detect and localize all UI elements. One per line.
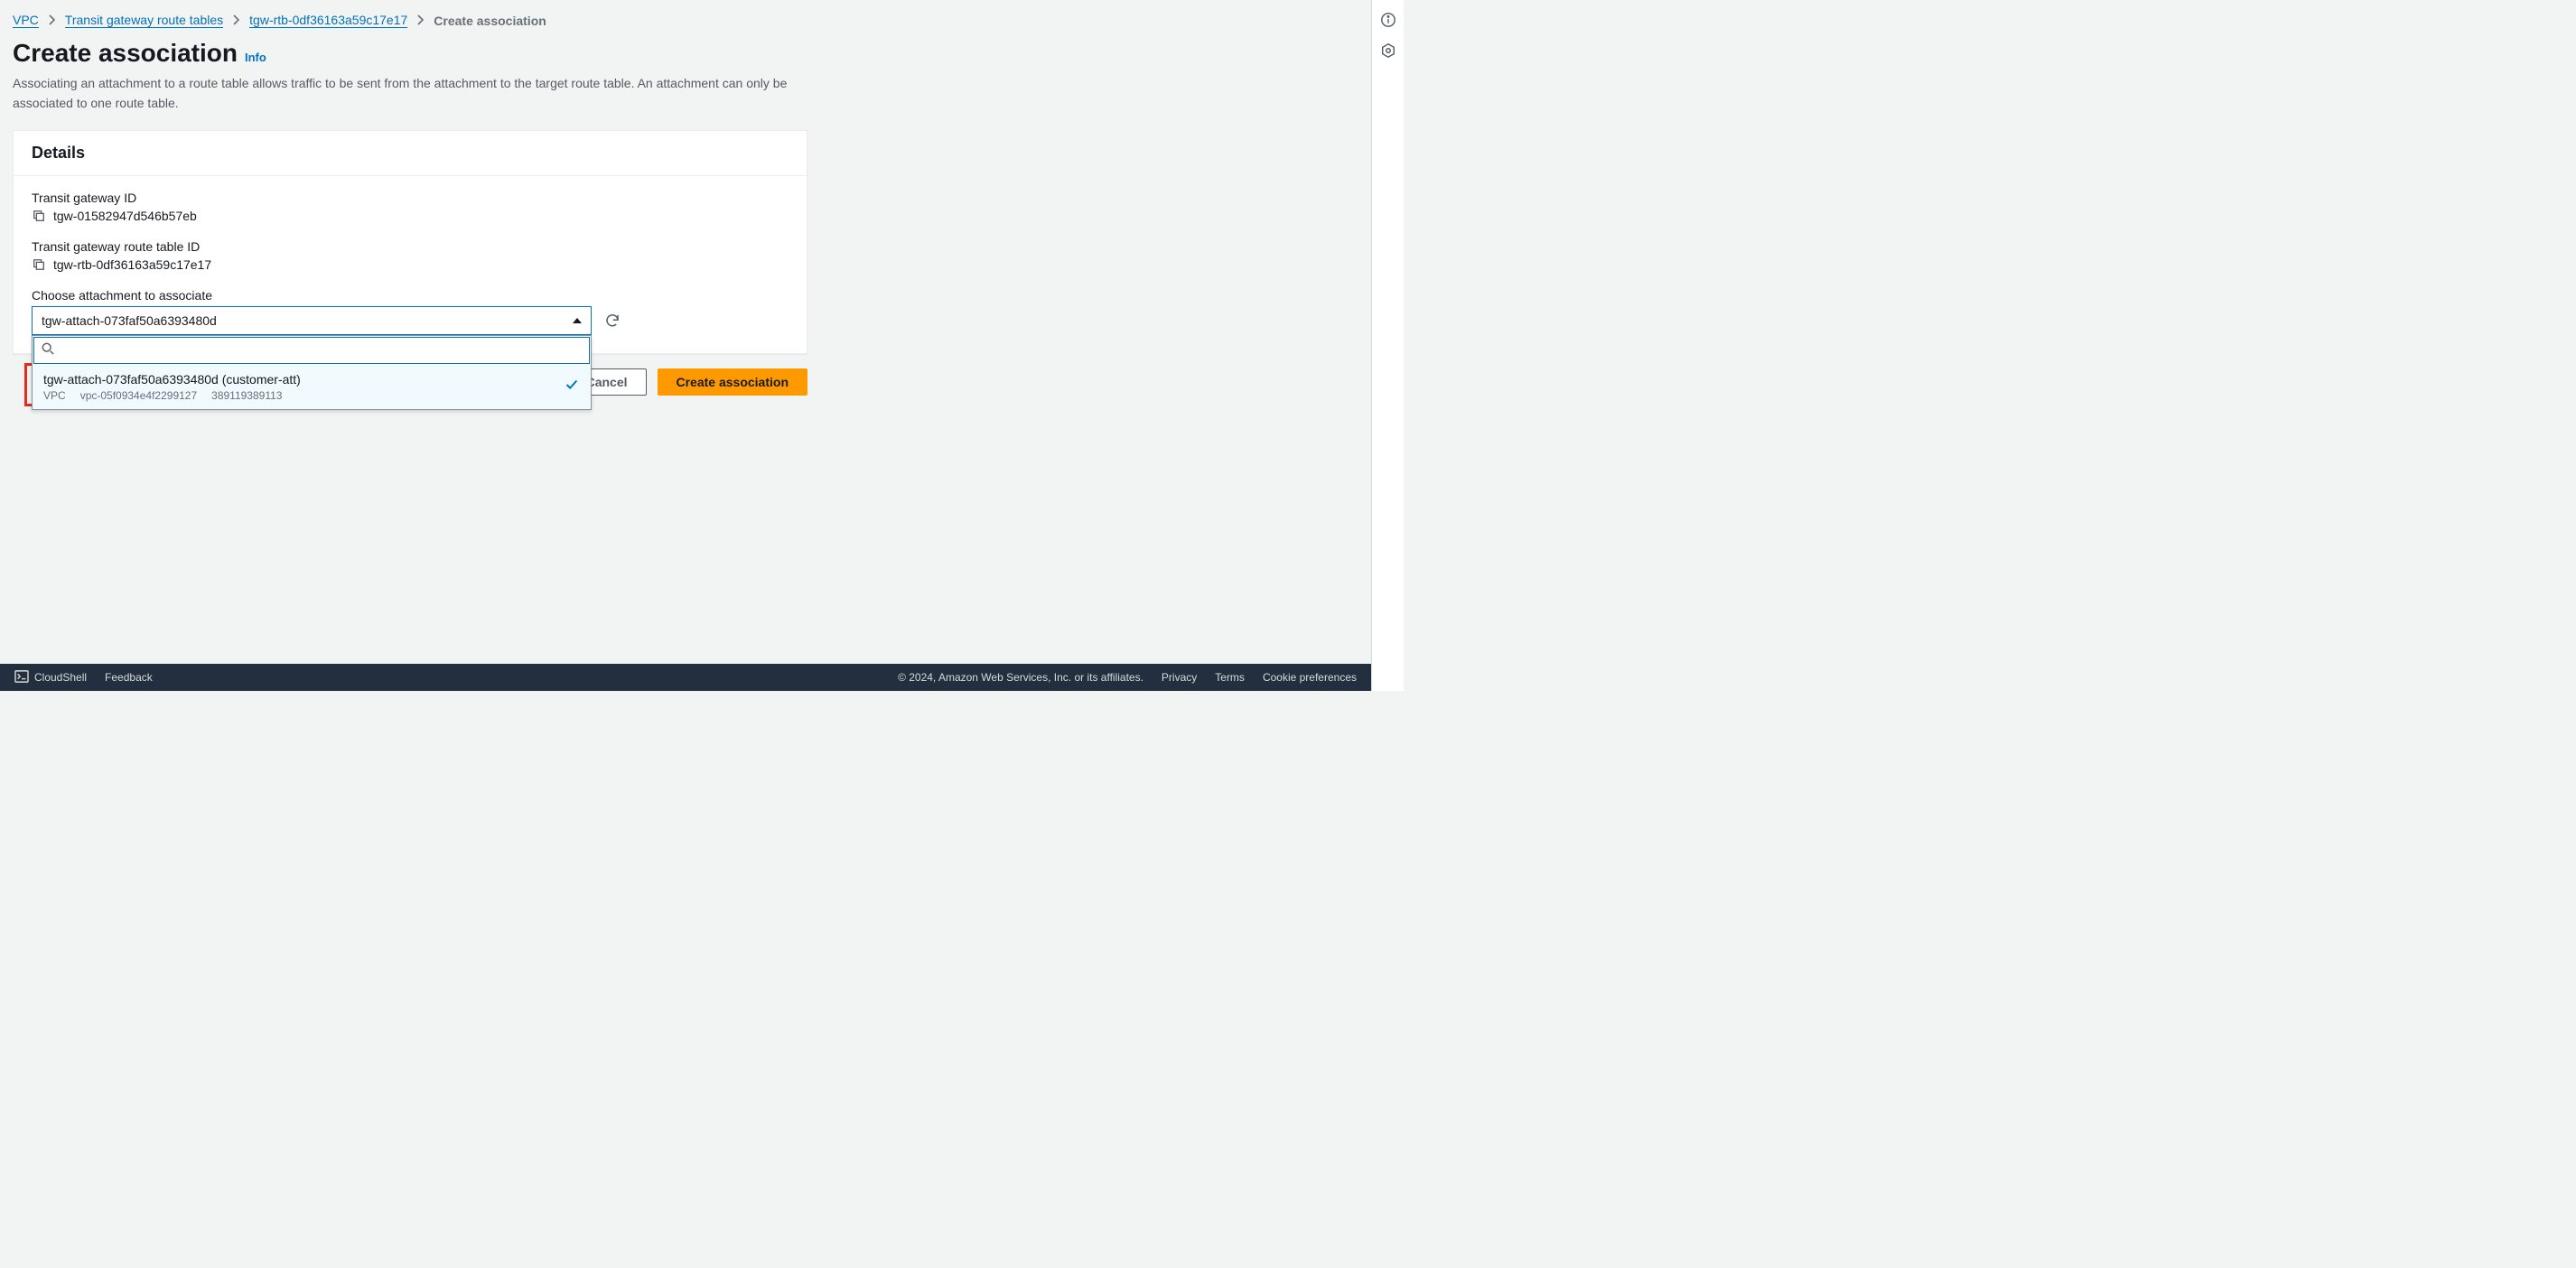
option-type: VPC: [43, 389, 66, 402]
copy-icon[interactable]: [32, 209, 46, 223]
copyright-text: © 2024, Amazon Web Services, Inc. or its…: [898, 671, 1143, 684]
right-rail: [1371, 0, 1404, 691]
breadcrumb: VPC Transit gateway route tables tgw-rtb…: [13, 13, 1358, 28]
tgw-id-value: tgw-01582947d546b57eb: [53, 209, 197, 223]
dropdown-search-input[interactable]: [60, 343, 582, 358]
footer: CloudShell Feedback © 2024, Amazon Web S…: [0, 664, 1371, 691]
attachment-dropdown: tgw-attach-073faf50a6393480d (customer-a…: [32, 335, 592, 410]
dropdown-option[interactable]: tgw-attach-073faf50a6393480d (customer-a…: [33, 365, 591, 409]
breadcrumb-rtb-id[interactable]: tgw-rtb-0df36163a59c17e17: [249, 13, 407, 28]
breadcrumb-route-tables[interactable]: Transit gateway route tables: [65, 13, 223, 28]
page-description: Associating an attachment to a route tab…: [13, 73, 826, 114]
info-link[interactable]: Info: [245, 51, 266, 64]
check-icon: [564, 377, 580, 397]
cloudshell-icon: [14, 670, 29, 685]
dropdown-search[interactable]: [33, 337, 590, 364]
rtb-id-value: tgw-rtb-0df36163a59c17e17: [53, 257, 211, 272]
chevron-right-icon: [416, 14, 425, 28]
copy-icon[interactable]: [32, 257, 46, 272]
option-vpc-id: vpc-05f0934e4f2299127: [80, 389, 197, 402]
page-title: Create association: [13, 39, 238, 68]
breadcrumb-current: Create association: [434, 14, 546, 28]
cloudshell-link[interactable]: CloudShell: [14, 670, 87, 685]
search-icon: [42, 342, 54, 358]
chevron-right-icon: [232, 14, 240, 28]
tgw-id-label: Transit gateway ID: [32, 191, 789, 205]
option-title: tgw-attach-073faf50a6393480d (customer-a…: [43, 372, 301, 387]
chevron-right-icon: [48, 14, 56, 28]
refresh-button[interactable]: [602, 311, 622, 331]
settings-hex-icon[interactable]: [1379, 42, 1397, 60]
terms-link[interactable]: Terms: [1215, 671, 1245, 684]
cloudshell-label: CloudShell: [34, 671, 87, 684]
info-icon[interactable]: [1379, 11, 1397, 29]
create-association-button[interactable]: Create association: [658, 368, 808, 396]
details-heading: Details: [32, 144, 789, 163]
cookie-preferences-link[interactable]: Cookie preferences: [1263, 671, 1357, 684]
choose-attachment-label: Choose attachment to associate: [32, 288, 789, 303]
attachment-select-value: tgw-attach-073faf50a6393480d: [42, 313, 217, 328]
details-panel: Details Transit gateway ID tgw-01582947d…: [13, 130, 807, 354]
feedback-link[interactable]: Feedback: [105, 671, 153, 684]
breadcrumb-vpc[interactable]: VPC: [13, 13, 39, 28]
privacy-link[interactable]: Privacy: [1162, 671, 1197, 684]
attachment-select[interactable]: tgw-attach-073faf50a6393480d: [32, 306, 592, 335]
caret-up-icon: [573, 318, 582, 323]
option-account: 389119389113: [211, 389, 282, 402]
rtb-id-label: Transit gateway route table ID: [32, 239, 789, 254]
